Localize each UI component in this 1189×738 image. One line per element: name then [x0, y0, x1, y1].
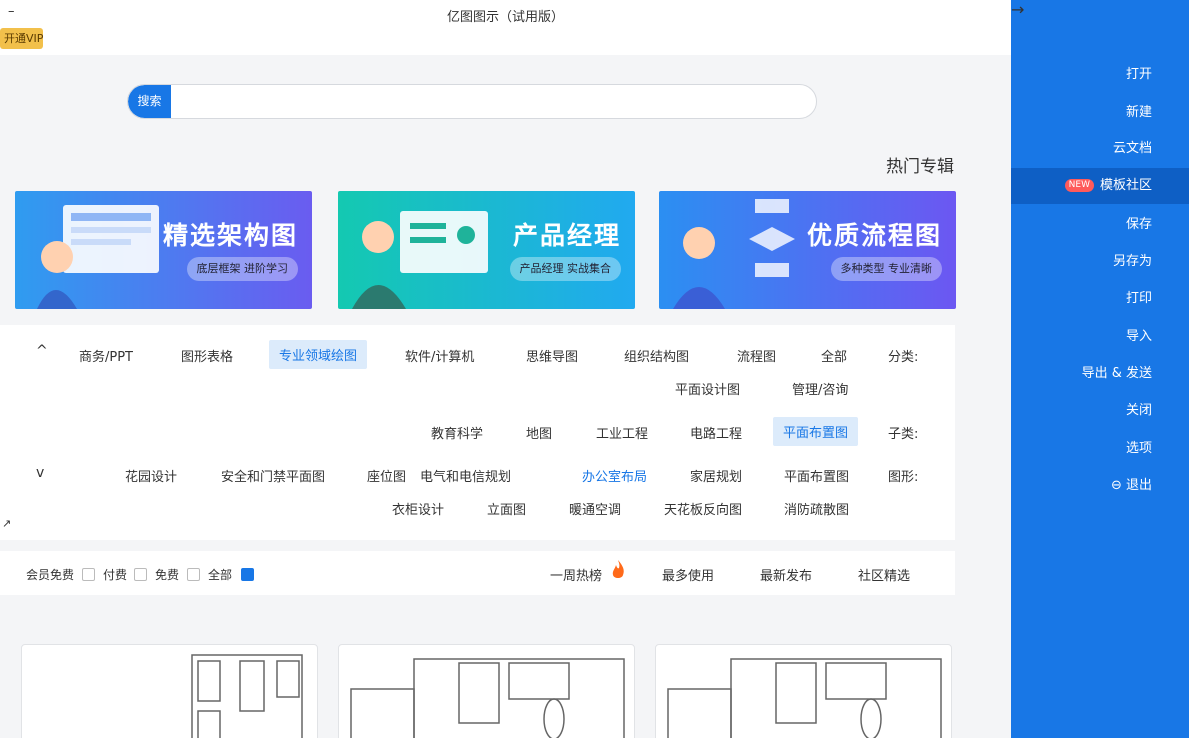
- shape-floorplan[interactable]: 平面布置图: [784, 466, 849, 485]
- sort-community-pick[interactable]: 社区精选: [858, 565, 910, 584]
- sidebar-item-label: 模板社区: [1099, 178, 1152, 193]
- banner-subtitle: 产品经理 实战集合: [509, 257, 621, 281]
- subcategory-floorplan[interactable]: 平面布置图: [773, 417, 859, 446]
- category-org-chart[interactable]: 组织结构图: [624, 346, 689, 365]
- checkbox-member-free[interactable]: [82, 568, 95, 581]
- shape-elevation[interactable]: 立面图: [487, 499, 526, 518]
- shape-garden[interactable]: 花园设计: [125, 466, 177, 485]
- sidebar-item-save[interactable]: 保存: [1011, 207, 1189, 243]
- floorplan-thumbnail: [667, 658, 942, 738]
- sidebar-item-close[interactable]: 关闭: [1011, 393, 1189, 429]
- subcategory-map[interactable]: 地图: [526, 423, 552, 442]
- shape-security[interactable]: 安全和门禁平面图: [221, 466, 325, 485]
- shape-ceiling[interactable]: 天花板反向图: [664, 499, 742, 518]
- checkbox-all[interactable]: [241, 568, 254, 581]
- exit-icon: ⊖: [1110, 478, 1126, 493]
- search-bar[interactable]: 搜索: [127, 84, 817, 119]
- sidebar-item-print[interactable]: 打印: [1011, 281, 1189, 317]
- subcategory-label: 子类:: [888, 427, 919, 442]
- category-row: 分类: 全部 流程图 组织结构图 思维导图 软件/计算机 专业领域绘图 图形表格…: [0, 340, 955, 406]
- banner-architecture[interactable]: 精选架构图 底层框架 进阶学习: [15, 191, 312, 309]
- vip-button[interactable]: 开通VIP: [0, 28, 43, 49]
- main-area: – 亿图图示（试用版） 开通VIP 搜索 热门专辑 精选架构图 底层框架 进阶学…: [0, 0, 1011, 738]
- window-title: 亿图图示（试用版）: [446, 10, 564, 25]
- checkbox-free-label: 免费: [155, 568, 180, 582]
- template-card[interactable]: [338, 644, 635, 738]
- shape-fire-evacuation[interactable]: 消防疏散图: [784, 499, 849, 518]
- filter-panel: ^ 分类: 全部 流程图 组织结构图 思维导图 软件/计算机 专业领域绘图 图形…: [0, 325, 955, 540]
- category-management[interactable]: 管理/咨询: [792, 379, 848, 398]
- banner-product-manager[interactable]: 产品经理 产品经理 实战集合: [338, 191, 635, 309]
- category-label: 分类:: [888, 350, 919, 365]
- fire-icon: [612, 560, 624, 578]
- banner-title: 优质流程图: [806, 221, 942, 250]
- category-mindmap[interactable]: 思维导图: [526, 346, 578, 365]
- shape-home-plan[interactable]: 家居规划: [690, 466, 742, 485]
- sidebar-item-save-as[interactable]: 另存为: [1011, 244, 1189, 280]
- shape-wardrobe[interactable]: 衣柜设计: [392, 499, 444, 518]
- category-all[interactable]: 全部: [821, 346, 847, 365]
- floorplan-thumbnail: [350, 658, 625, 738]
- category-professional[interactable]: 专业领域绘图: [269, 340, 368, 369]
- sidebar-item-label: 退出: [1125, 478, 1152, 493]
- sidebar-item-new[interactable]: 新建: [1011, 95, 1189, 131]
- banner-subtitle: 多种类型 专业清晰: [830, 257, 942, 281]
- category-business-ppt[interactable]: 商务/PPT: [79, 346, 133, 365]
- search-button[interactable]: 搜索: [128, 85, 171, 118]
- shape-label: 图形:: [888, 470, 919, 485]
- title-bar: – 亿图图示（试用版） 开通VIP: [0, 0, 1011, 55]
- sidebar-item-open[interactable]: 打开: [1011, 57, 1189, 93]
- floorplan-thumbnail: [191, 654, 303, 738]
- shape-office-layout[interactable]: 办公室布局: [582, 466, 647, 485]
- checkbox-all-label: 全部: [208, 568, 233, 582]
- category-graphics-table[interactable]: 图形表格: [181, 346, 233, 365]
- banner-flowchart[interactable]: 优质流程图 多种类型 专业清晰: [659, 191, 956, 309]
- banner-title: 产品经理: [512, 221, 621, 250]
- subcategory-row: 子类: 平面布置图 电路工程 工业工程 地图 教育科学: [0, 417, 955, 446]
- sidebar-item-export-send[interactable]: 导出 & 发送: [1011, 356, 1189, 392]
- banner-subtitle: 底层框架 进阶学习: [186, 257, 298, 281]
- template-card[interactable]: [21, 644, 318, 738]
- banner-title: 精选架构图: [162, 221, 298, 250]
- category-software[interactable]: 软件/计算机: [405, 346, 474, 365]
- sort-bar: 社区精选 最新发布 最多使用 一周热榜 全部 免费 付费 会员免费: [0, 551, 955, 595]
- sidebar-item-cloud-docs[interactable]: 云文档: [1011, 131, 1189, 167]
- checkbox-paid[interactable]: [134, 568, 147, 581]
- category-graphic-design[interactable]: 平面设计图: [675, 379, 740, 398]
- shape-row: 图形: 平面布置图 家居规划 办公室布局 电气和电信规划 座位图 安全和门禁平面…: [0, 466, 955, 526]
- sidebar-item-template-community[interactable]: NEW 模板社区: [1011, 168, 1189, 204]
- resize-icon[interactable]: ↗: [2, 517, 11, 530]
- subcategory-education[interactable]: 教育科学: [431, 423, 483, 442]
- sidebar-item-import[interactable]: 导入: [1011, 319, 1189, 355]
- new-badge: NEW: [1064, 179, 1094, 192]
- sort-weekly-hot[interactable]: 一周热榜: [550, 565, 602, 584]
- template-card[interactable]: [655, 644, 952, 738]
- shape-hvac[interactable]: 暖通空调: [569, 499, 621, 518]
- subcategory-industrial[interactable]: 工业工程: [596, 423, 648, 442]
- sidebar-item-exit[interactable]: ⊖ 退出: [1011, 468, 1189, 504]
- checkbox-paid-label: 付费: [103, 568, 128, 582]
- shape-seating[interactable]: 座位图: [367, 466, 406, 485]
- checkbox-member-free-label: 会员免费: [26, 568, 75, 582]
- sort-latest[interactable]: 最新发布: [760, 565, 812, 584]
- section-title: 热门专辑: [886, 157, 954, 177]
- sidebar-item-options[interactable]: 选项: [1011, 431, 1189, 467]
- shape-electrical[interactable]: 电气和电信规划: [420, 466, 511, 485]
- subcategory-circuit[interactable]: 电路工程: [690, 423, 742, 442]
- checkbox-free[interactable]: [187, 568, 200, 581]
- category-flowchart[interactable]: 流程图: [737, 346, 776, 365]
- sort-most-used[interactable]: 最多使用: [662, 565, 714, 584]
